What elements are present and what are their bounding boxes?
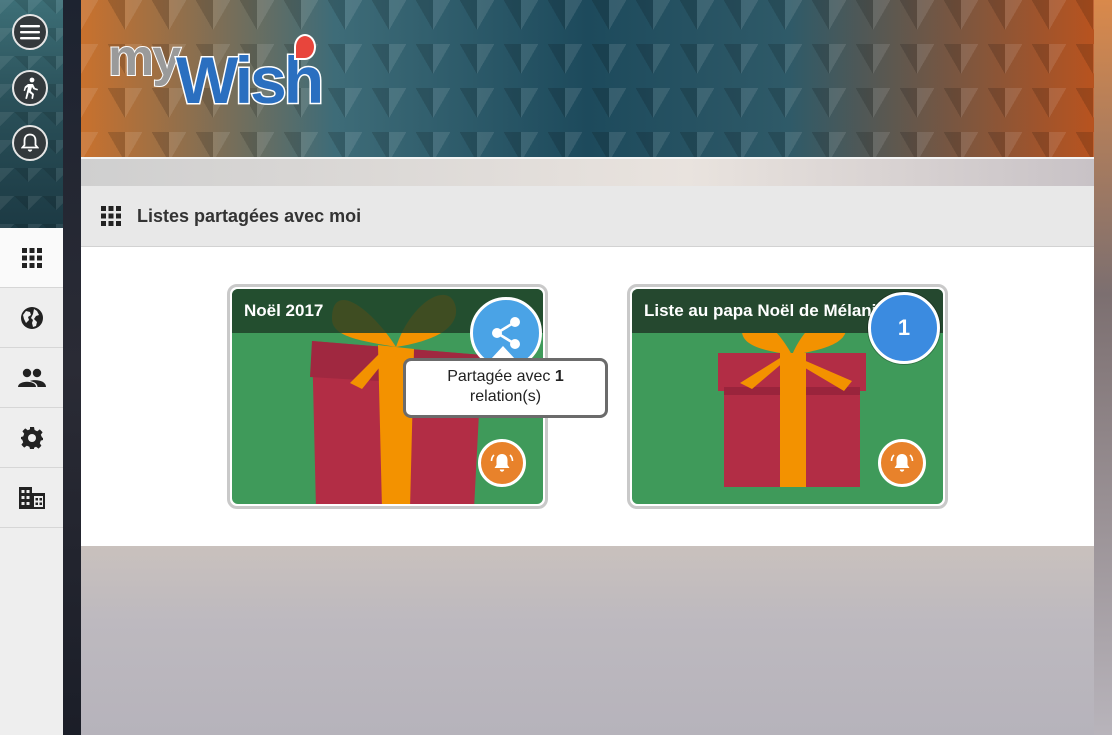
sidebar-item-settings[interactable] [0, 408, 63, 468]
sidebar-shadow [63, 0, 81, 735]
menu-button[interactable] [12, 14, 48, 50]
header-banner-strip [81, 157, 1094, 186]
logo-my-text: my [107, 28, 182, 88]
tooltip-count: 1 [554, 368, 564, 385]
globe-icon [20, 306, 43, 329]
bell-ringing-icon [490, 454, 514, 472]
sidebar-item-public[interactable] [0, 288, 63, 348]
sidebar-item-shared-lists[interactable] [0, 228, 63, 288]
shared-count-badge[interactable]: 1 [868, 292, 940, 364]
share-icon [492, 317, 520, 349]
notifications-button[interactable] [12, 125, 48, 161]
grid-icon [101, 206, 121, 226]
people-icon [17, 368, 46, 387]
tooltip-prefix: Partagée avec [447, 368, 555, 385]
background-edge [1094, 0, 1112, 735]
share-tooltip: Partagée avec 1 relation(s) [403, 358, 608, 418]
building-icon [18, 486, 45, 509]
sidebar-item-relations[interactable] [0, 348, 63, 408]
activity-button[interactable] [12, 70, 48, 106]
menu-icon [20, 25, 40, 40]
shared-count-value: 1 [897, 315, 911, 340]
notification-bell-button[interactable] [478, 439, 526, 487]
bell-icon [21, 133, 39, 152]
bell-ringing-icon [890, 454, 914, 472]
card-title: Liste au papa Noël de Mélanie [644, 301, 886, 320]
notification-bell-button[interactable] [878, 439, 926, 487]
gear-icon [20, 426, 43, 449]
running-person-icon [23, 77, 38, 99]
sidebar-item-company[interactable] [0, 468, 63, 528]
page-title: Listes partagées avec moi [137, 205, 362, 226]
tooltip-suffix: relation(s) [469, 388, 542, 405]
card-title: Noël 2017 [244, 301, 324, 320]
sidebar-header [0, 0, 63, 228]
sidebar-menu [0, 228, 63, 735]
grid-icon [21, 247, 42, 268]
panel-header: Listes partagées avec moi [81, 186, 1094, 247]
logo-accent-dot [294, 34, 316, 60]
page-background [81, 546, 1094, 735]
